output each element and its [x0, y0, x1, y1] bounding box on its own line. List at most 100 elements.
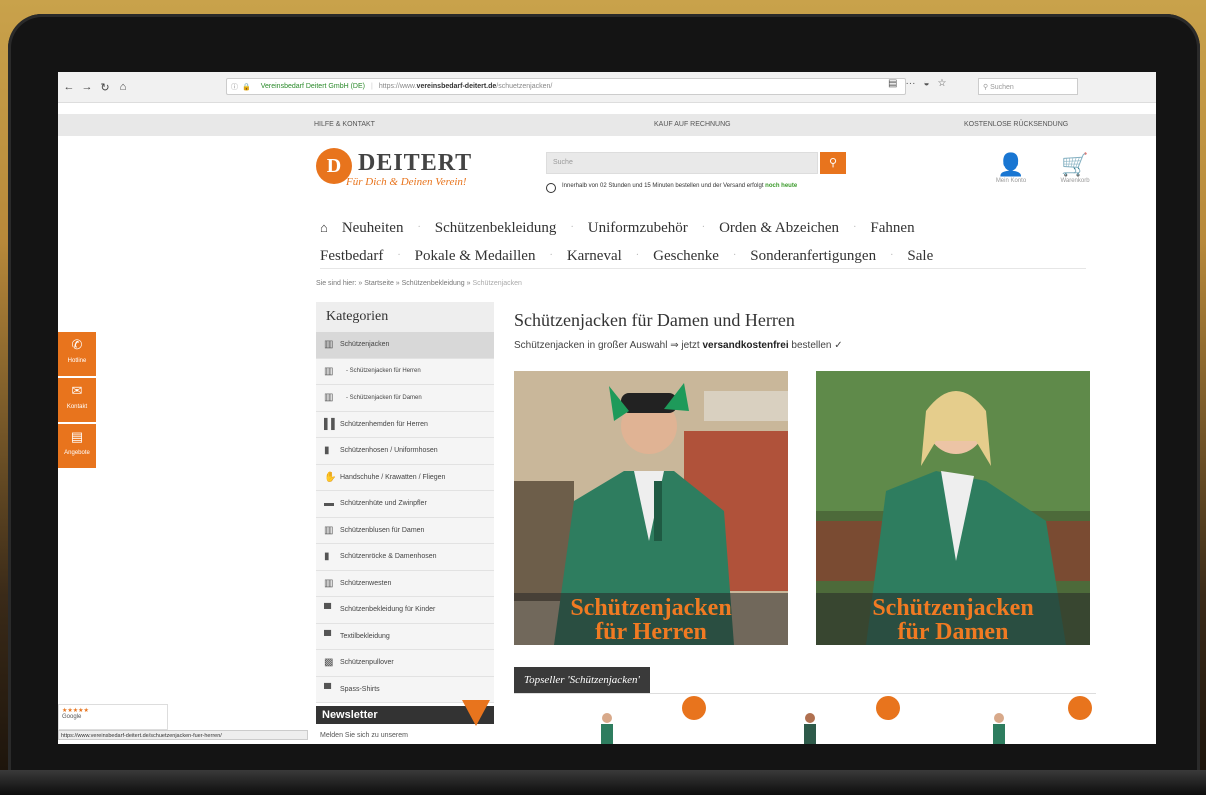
offers-tab[interactable]: ▤ Angebote — [58, 424, 96, 468]
browser-window: ← → ↻ ⌂ ⓘ 🔒 Vereinsbedarf Deitert GmbH (… — [58, 72, 1156, 744]
tile-schuetzenjacken-damen[interactable]: Schützenjacken für Damen — [816, 371, 1090, 645]
sidebar-item[interactable]: ▥ Schützenjacken — [316, 332, 494, 359]
home-nav-icon[interactable]: ⌂ — [320, 214, 328, 242]
sidebar-item-label: - Schützenjacken für Damen — [346, 394, 422, 401]
contact-label: Kontakt — [66, 404, 88, 410]
sidebar-item[interactable]: ▥ Schützenwesten — [316, 571, 494, 597]
sidebar-item-label: Schützenhemden für Herren — [340, 420, 428, 428]
free-return-link[interactable]: KOSTENLOSE RÜCKSENDUNG — [964, 121, 1068, 128]
category-list: ▥ Schützenjacken ▥ - Schützenjacken für Her… — [316, 332, 494, 703]
sidebar-item[interactable]: ▥ - Schützenjacken für Herren — [316, 359, 494, 385]
account-button[interactable]: 👤 Mein Konto — [986, 152, 1036, 184]
browser-search-input[interactable]: ⚲ Suchen — [978, 78, 1078, 95]
sidebar-item-label: Schützenhosen / Uniformhosen — [340, 447, 438, 455]
sidebar-item[interactable]: ▌▌ Schützenhemden für Herren — [316, 412, 494, 438]
reader-icon[interactable]: ▤ — [888, 78, 897, 89]
logo-text[interactable]: DEITERT — [358, 150, 472, 177]
back-icon[interactable]: ← — [62, 81, 76, 93]
product-thumbnail[interactable] — [599, 712, 615, 744]
product-thumbnail[interactable] — [991, 712, 1007, 744]
sidebar-item[interactable]: ▥ Schützenblusen für Damen — [316, 518, 494, 544]
page-title: Schützenjacken für Damen und Herren — [514, 310, 795, 330]
pullover-icon: ▩ — [324, 657, 334, 669]
sidebar-item[interactable]: ▩ Schützenpullover — [316, 650, 494, 677]
nav-item-neuheiten[interactable]: Neuheiten — [342, 214, 404, 242]
nav-item-fahnen[interactable]: Fahnen — [870, 214, 914, 242]
main-navigation: ⌂ Neuheiten · Schützenbekleidung · Uniform… — [320, 214, 1040, 270]
clock-icon — [546, 183, 556, 193]
sidebar-item[interactable]: ✋ Handschuhe / Krawatten / Fliegen — [316, 465, 494, 491]
browser-search-placeholder: Suchen — [990, 84, 1014, 91]
nav-item-geschenke[interactable]: Geschenke — [653, 242, 719, 270]
nav-item-pokale-medaillen[interactable]: Pokale & Medaillen — [415, 242, 536, 270]
topseller-divider — [514, 693, 1096, 694]
nav-item-festbedarf[interactable]: Festbedarf — [320, 242, 383, 270]
address-bar[interactable]: ⓘ 🔒 Vereinsbedarf Deitert GmbH (DE) | ht… — [226, 78, 906, 95]
url-domain: vereinsbedarf-deitert.de — [416, 83, 497, 90]
nav-item-uniformzubehoer[interactable]: Uniformzubehör — [588, 214, 688, 242]
service-bar: HILFE & KONTAKT KAUF AUF RECHNUNG KOSTEN… — [58, 114, 1156, 136]
category-sidebar: Kategorien ▥ Schützenjacken ▥ - Schützenjac… — [316, 302, 494, 703]
rating-widget[interactable]: ★★★★★ Google — [58, 704, 168, 730]
help-contact-link[interactable]: HILFE & KONTAKT — [314, 121, 375, 128]
contact-tab[interactable]: ✉ Kontakt — [58, 378, 96, 422]
cart-label: Warenkorb — [1060, 178, 1090, 184]
nav-item-sonderanfertigungen[interactable]: Sonderanfertigungen — [750, 242, 876, 270]
sidebar-item[interactable]: ▀ Textilbekleidung — [316, 624, 494, 650]
sidebar-item-label: Schützenblusen für Damen — [340, 526, 425, 534]
delivery-highlight: noch heute — [765, 183, 798, 189]
breadcrumb-schuetzenbekleidung[interactable]: Schützenbekleidung — [402, 280, 465, 287]
product-thumbnail[interactable] — [802, 712, 818, 744]
sidebar-item[interactable]: ▮ Schützenhosen / Uniformhosen — [316, 438, 494, 465]
lead-bold: versandkostenfrei — [702, 340, 789, 351]
sidebar-item-label: Schützenpullover — [340, 659, 394, 667]
sidebar-item-label: Schützenjacken — [340, 341, 390, 349]
user-icon: 👤 — [997, 152, 1025, 177]
laptop-base — [0, 770, 1206, 795]
nav-item-schuetzenbekleidung[interactable]: Schützenbekleidung — [435, 214, 557, 242]
lead-post: bestellen ✓ — [788, 340, 843, 351]
hotline-tab[interactable]: ✆ Hotline — [58, 332, 96, 376]
topseller-heading: Topseller 'Schützenjacken' — [514, 667, 650, 693]
breadcrumb-current: Schützenjacken — [472, 280, 522, 287]
newsletter-text: Melden Sie sich zu unserem — [320, 732, 408, 739]
shop-search-input[interactable]: Suche — [546, 152, 818, 174]
phone-icon: ✆ — [71, 337, 83, 352]
lead-pre: Schützenjacken in großer Auswahl ⇒ jetzt — [514, 340, 703, 351]
offer-icon: ▤ — [70, 429, 84, 444]
more-icon[interactable]: ··· — [905, 78, 915, 89]
kids-shirt-icon: ▀ — [324, 604, 332, 616]
tile-schuetzenjacken-herren[interactable]: Schützenjacken für Herren — [514, 371, 788, 645]
breadcrumb-startseite[interactable]: Startseite — [364, 280, 394, 287]
nav-item-orden-abzeichen[interactable]: Orden & Abzeichen — [719, 214, 839, 242]
url-prefix: https://www. — [378, 83, 417, 90]
pocket-icon[interactable]: ◒ — [923, 78, 929, 89]
sidebar-item[interactable]: ▮ Schützenröcke & Damenhosen — [316, 544, 494, 571]
breadcrumb-prefix: Sie sind hier: — [316, 280, 357, 287]
sidebar-item[interactable]: ▥ - Schützenjacken für Damen — [316, 385, 494, 412]
bookmark-star-icon[interactable]: ☆ — [938, 78, 947, 89]
sidebar-item[interactable]: ▀ Schützenbekleidung für Kinder — [316, 597, 494, 624]
info-icon[interactable]: ⓘ — [231, 82, 238, 92]
damen-caption-line1: Schützenjacken — [872, 595, 1034, 621]
search-button[interactable]: ⚲ — [820, 152, 846, 174]
sidebar-item[interactable]: ▬ Schützenhüte und Zwinpfler — [316, 491, 494, 518]
invoice-purchase-link[interactable]: KAUF AUF RECHNUNG — [654, 121, 731, 128]
cart-icon: 🛒 — [1061, 152, 1089, 177]
blouse-icon: ▥ — [324, 524, 334, 536]
mail-icon: ✉ — [71, 383, 83, 398]
cart-button[interactable]: 🛒 Warenkorb — [1050, 152, 1100, 184]
discount-badge — [876, 696, 900, 720]
url-path: /schuetzenjacken/ — [496, 83, 553, 90]
trousers-icon: ▮ — [324, 445, 330, 457]
breadcrumb: Sie sind hier: » Startseite » Schützenbe… — [316, 280, 522, 287]
search-icon: ⚲ — [828, 157, 838, 169]
reload-icon[interactable]: ↻ — [98, 81, 112, 94]
forward-icon[interactable]: → — [80, 81, 94, 93]
browser-toolbar: ← → ↻ ⌂ ⓘ 🔒 Vereinsbedarf Deitert GmbH (… — [58, 72, 1156, 103]
home-icon[interactable]: ⌂ — [116, 81, 130, 93]
site-identity[interactable]: Vereinsbedarf Deitert GmbH (DE) — [261, 83, 365, 90]
nav-item-karneval[interactable]: Karneval — [567, 242, 622, 270]
shirt-icon: ▌▌ — [324, 418, 339, 430]
nav-item-sale[interactable]: Sale — [907, 242, 933, 270]
